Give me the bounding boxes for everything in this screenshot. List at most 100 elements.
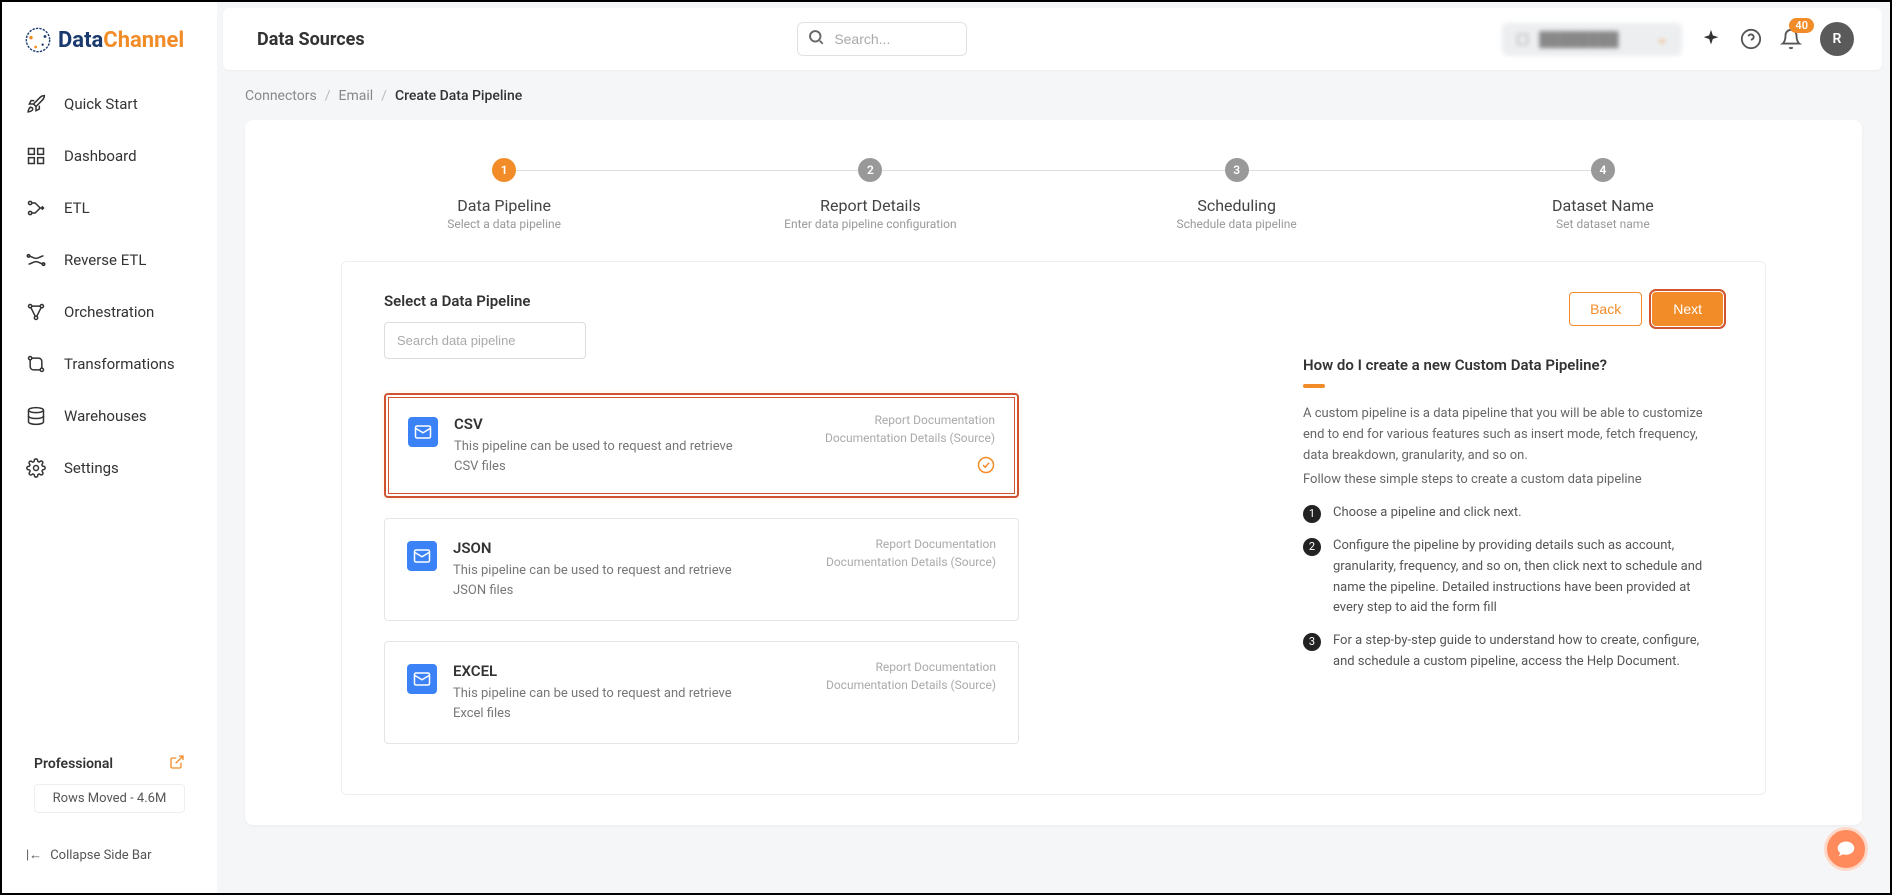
plan-name: Professional xyxy=(34,756,113,772)
report-documentation-link[interactable]: Report Documentation xyxy=(825,411,995,429)
pipeline-card-csv[interactable]: CSV This pipeline can be used to request… xyxy=(384,393,1019,498)
nav-label: Orchestration xyxy=(64,303,154,321)
step-subtitle: Set dataset name xyxy=(1556,217,1650,231)
orchestration-icon xyxy=(26,302,46,322)
sidebar-item-reverse-etl[interactable]: Reverse ETL xyxy=(16,236,203,284)
wizard-card: 1 Data Pipeline Select a data pipeline 2… xyxy=(245,120,1862,825)
step-badge: 1 xyxy=(1303,505,1321,523)
step-title: Dataset Name xyxy=(1552,196,1654,215)
pipeline-links: Report Documentation Documentation Detai… xyxy=(825,411,995,447)
notifications-button[interactable]: 40 xyxy=(1780,28,1802,50)
step-number: 1 xyxy=(492,158,516,182)
pipeline-description: This pipeline can be used to request and… xyxy=(453,561,753,600)
building-icon: ▢ xyxy=(1516,31,1529,47)
step-4[interactable]: 4 Dataset Name Set dataset name xyxy=(1420,158,1786,231)
breadcrumb-sep: / xyxy=(381,88,387,104)
step-1[interactable]: 1 Data Pipeline Select a data pipeline xyxy=(321,158,687,231)
step-3[interactable]: 3 Scheduling Schedule data pipeline xyxy=(1054,158,1420,231)
external-link-icon[interactable] xyxy=(169,754,185,774)
help-step-1: 1 Choose a pipeline and click next. xyxy=(1303,503,1723,524)
select-pipeline-title: Select a Data Pipeline xyxy=(384,292,586,310)
search-wrap xyxy=(797,22,967,56)
logo[interactable]: DataChannel xyxy=(2,20,217,80)
logo-text: DataChannel xyxy=(58,28,184,53)
next-button[interactable]: Next xyxy=(1652,292,1723,326)
step-number: 4 xyxy=(1591,158,1615,182)
documentation-details-link[interactable]: Documentation Details (Source) xyxy=(826,553,996,571)
nav-buttons: Back Next xyxy=(1303,292,1723,326)
nav-label: Settings xyxy=(64,459,119,477)
nav: Quick Start Dashboard ETL Reverse ETL Or… xyxy=(2,80,217,732)
pipeline-links: Report Documentation Documentation Detai… xyxy=(826,658,996,694)
search-icon xyxy=(807,28,825,50)
chat-fab[interactable] xyxy=(1824,827,1868,871)
breadcrumb-email[interactable]: Email xyxy=(339,88,374,104)
pipeline-card-excel[interactable]: EXCEL This pipeline can be used to reque… xyxy=(384,641,1019,744)
step-subtitle: Select a data pipeline xyxy=(447,217,561,231)
plan-box: Professional Rows Moved - 4.6M xyxy=(20,742,199,825)
inner-card: Select a Data Pipeline CSV This pipeline… xyxy=(341,261,1766,795)
collapse-icon: |← xyxy=(26,847,42,863)
topbar-right: ▢ ████████ ⌄ 40 R xyxy=(1502,22,1854,56)
documentation-details-link[interactable]: Documentation Details (Source) xyxy=(826,676,996,694)
mail-icon xyxy=(407,664,437,694)
avatar[interactable]: R xyxy=(1820,22,1854,56)
help-step-text: Choose a pipeline and click next. xyxy=(1333,503,1522,524)
breadcrumb-connectors[interactable]: Connectors xyxy=(245,88,317,104)
nav-label: Warehouses xyxy=(64,407,147,425)
step-title: Report Details xyxy=(820,196,920,215)
documentation-details-link[interactable]: Documentation Details (Source) xyxy=(825,429,995,447)
back-button[interactable]: Back xyxy=(1569,292,1642,326)
sparkle-icon[interactable] xyxy=(1700,28,1722,50)
nav-label: Quick Start xyxy=(64,95,138,113)
chevron-down-icon: ⌄ xyxy=(1656,31,1668,47)
pipeline-description: This pipeline can be used to request and… xyxy=(454,437,754,476)
check-circle-icon xyxy=(977,456,995,478)
step-title: Data Pipeline xyxy=(457,196,551,215)
report-documentation-link[interactable]: Report Documentation xyxy=(826,535,996,553)
breadcrumb: Connectors / Email / Create Data Pipelin… xyxy=(245,88,1862,104)
mail-icon xyxy=(407,541,437,571)
help-paragraph: A custom pipeline is a data pipeline tha… xyxy=(1303,404,1723,466)
help-icon[interactable] xyxy=(1740,28,1762,50)
sidebar-item-warehouses[interactable]: Warehouses xyxy=(16,392,203,440)
sidebar-item-orchestration[interactable]: Orchestration xyxy=(16,288,203,336)
collapse-sidebar-button[interactable]: |← Collapse Side Bar xyxy=(2,835,217,875)
sidebar-item-settings[interactable]: Settings xyxy=(16,444,203,492)
step-subtitle: Schedule data pipeline xyxy=(1176,217,1296,231)
help-step-3: 3 For a step-by-step guide to understand… xyxy=(1303,631,1723,673)
sidebar-item-quickstart[interactable]: Quick Start xyxy=(16,80,203,128)
pipeline-description: This pipeline can be used to request and… xyxy=(453,684,753,723)
divider xyxy=(1303,384,1325,388)
database-icon xyxy=(26,406,46,426)
pipeline-links: Report Documentation Documentation Detai… xyxy=(826,535,996,571)
pipeline-search-input[interactable] xyxy=(384,322,586,359)
nav-label: ETL xyxy=(64,199,90,217)
step-2[interactable]: 2 Report Details Enter data pipeline con… xyxy=(687,158,1053,231)
nav-label: Transformations xyxy=(64,355,175,373)
help-steps: 1 Choose a pipeline and click next. 2 Co… xyxy=(1303,503,1723,673)
step-badge: 3 xyxy=(1303,633,1321,651)
logo-icon xyxy=(24,26,52,54)
org-selector[interactable]: ▢ ████████ ⌄ xyxy=(1502,23,1682,56)
content: Connectors / Email / Create Data Pipelin… xyxy=(217,70,1890,893)
plan-name-row: Professional xyxy=(34,754,185,774)
reverse-etl-icon xyxy=(26,250,46,270)
transform-icon xyxy=(26,354,46,374)
etl-icon xyxy=(26,198,46,218)
select-head: Select a Data Pipeline xyxy=(384,292,1243,381)
help-step-text: For a step-by-step guide to understand h… xyxy=(1333,631,1723,673)
pipeline-card-json[interactable]: JSON This pipeline can be used to reques… xyxy=(384,518,1019,621)
sidebar-item-transformations[interactable]: Transformations xyxy=(16,340,203,388)
report-documentation-link[interactable]: Report Documentation xyxy=(826,658,996,676)
pipeline-list-col: Select a Data Pipeline CSV This pipeline… xyxy=(384,292,1243,764)
sidebar-item-dashboard[interactable]: Dashboard xyxy=(16,132,203,180)
org-name: ████████ xyxy=(1539,31,1618,48)
help-step-text: Configure the pipeline by providing deta… xyxy=(1333,536,1723,619)
plan-rows-moved: Rows Moved - 4.6M xyxy=(34,784,185,813)
step-number: 2 xyxy=(858,158,882,182)
breadcrumb-sep: / xyxy=(325,88,331,104)
sidebar-item-etl[interactable]: ETL xyxy=(16,184,203,232)
rocket-icon xyxy=(26,94,46,114)
collapse-label: Collapse Side Bar xyxy=(50,848,151,863)
